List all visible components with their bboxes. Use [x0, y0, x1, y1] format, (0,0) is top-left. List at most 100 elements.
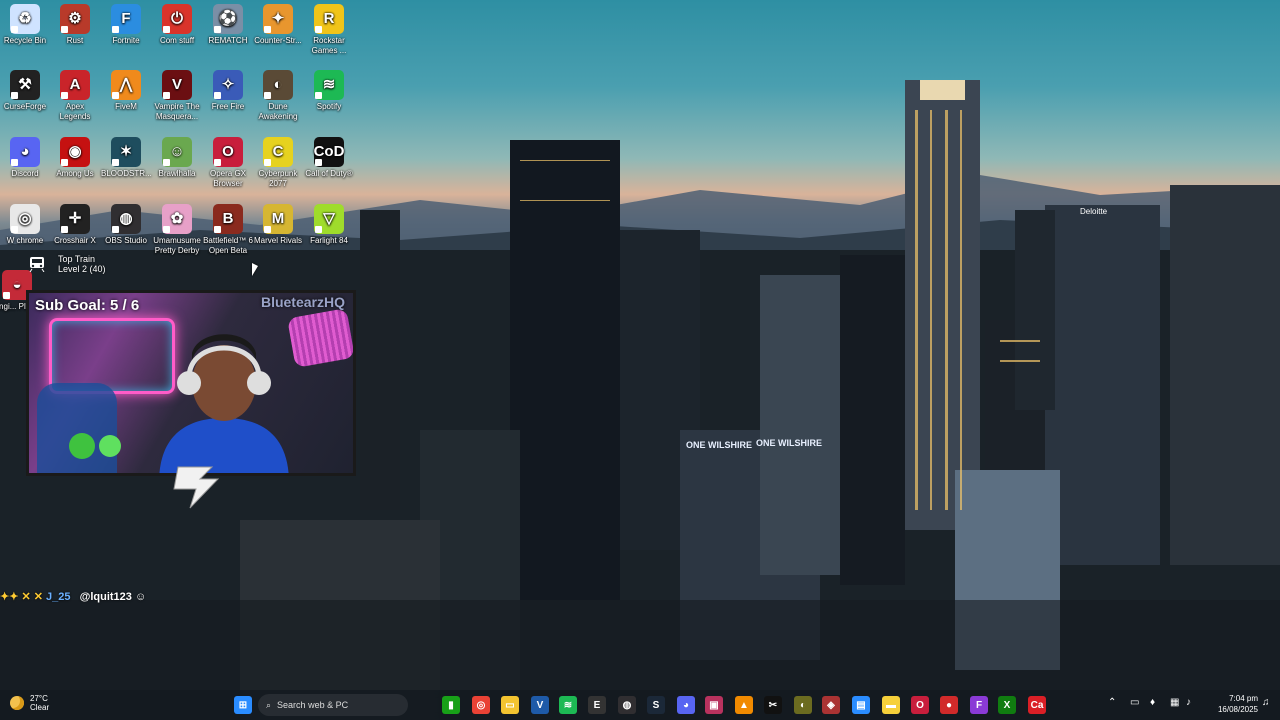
steam-icon[interactable]: S [647, 696, 665, 714]
network-icon[interactable]: ▦ [1170, 697, 1179, 708]
desktop-icon[interactable]: ⚽ REMATCH [203, 4, 253, 46]
battlefield-icon: B [213, 204, 243, 234]
chat-text: @lquit123 [79, 591, 132, 603]
desktop-icon[interactable]: ⏻ Com stuff [152, 4, 202, 46]
microphone-icon[interactable]: ♦ [1150, 697, 1155, 708]
sticky-notes-icon[interactable]: ▬ [882, 696, 900, 714]
desktop-icon[interactable]: V Vampire The Masquera... [152, 70, 202, 122]
desktop-icon[interactable]: ⋀ FiveM [101, 70, 151, 112]
desktop-icon[interactable]: ✛ Crosshair X [50, 204, 100, 246]
bloodstrike-icon: ✶ [111, 137, 141, 167]
desktop-icon-label: Com stuff [159, 36, 195, 45]
desktop-icon[interactable]: ◐ Dune Awakening [253, 70, 303, 122]
desktop-icon-label: BLOODSTR... [101, 169, 152, 178]
recycle-bin-icon: ♻ [10, 4, 40, 34]
umamusume-icon: ✿ [162, 204, 192, 234]
weather-widget[interactable]: 27°C Clear [10, 694, 49, 712]
desktop-icon[interactable]: ⚙ Rust [50, 4, 100, 46]
recording-icon[interactable]: ● [940, 696, 958, 714]
desktop-icon[interactable]: ≋ Spotify [304, 70, 354, 112]
desktop-icon[interactable]: A Apex Legends [50, 70, 100, 122]
desktop-icon[interactable]: B Battlefield™ 6 Open Beta [203, 204, 253, 256]
desktop-icon-label: CurseForge [3, 102, 47, 111]
visual-studio-icon[interactable]: V [531, 696, 549, 714]
fivem-icon: ⋀ [111, 70, 141, 100]
notification-bell-icon[interactable]: ♫ [1262, 697, 1270, 708]
vampire-icon: V [162, 70, 192, 100]
epic-games-icon[interactable]: E [588, 696, 606, 714]
chrome-taskbar-icon[interactable]: ◎ [472, 696, 490, 714]
deloitte-sign: Deloitte [1080, 207, 1108, 216]
moon-icon [10, 696, 24, 710]
obs-taskbar-icon[interactable]: ◍ [618, 696, 636, 714]
wallpaper-icon[interactable]: ◐ [794, 696, 812, 714]
train-title: Top Train [58, 254, 96, 264]
desktop-icon[interactable]: ♻ Recycle Bin [0, 4, 50, 46]
desktop-icon[interactable]: ✿ Umamusume Pretty Derby [152, 204, 202, 256]
capcut-icon[interactable]: ✂ [764, 696, 782, 714]
figma-icon[interactable]: F [970, 696, 988, 714]
desktop-icon[interactable]: ▽ Farlight 84 [304, 204, 354, 246]
call-of-duty-icon: CoD [314, 137, 344, 167]
desktop-icon[interactable]: R Rockstar Games ... [304, 4, 354, 56]
desktop-icon[interactable]: ◎ W chrome [0, 204, 50, 246]
channel-logo [173, 466, 220, 509]
desktop-icon[interactable]: F Fortnite [101, 4, 151, 46]
desktop-icon-label: Brawlhalla [158, 169, 196, 178]
desktop-icon-label: Apex Legends [59, 102, 91, 121]
tray-app-icon[interactable]: ▭ [1130, 697, 1139, 708]
desktop-icon-label: Cyberpunk 2077 [258, 169, 298, 188]
system-clock[interactable]: 7:04 pm 16/08/2025 [1200, 693, 1258, 715]
chat-message: ✦✦ ✕ ✕ J_25 @lquit123 ☺ [0, 590, 146, 603]
desktop-icon-label: REMATCH [208, 36, 248, 45]
xbox-app-icon[interactable]: ▮ [442, 696, 460, 714]
volume-icon[interactable]: ♪ [1186, 697, 1191, 708]
streamlabs-icon[interactable]: ▣ [705, 696, 723, 714]
mouse-cursor-icon [252, 263, 258, 276]
taskbar [0, 690, 1280, 720]
photos-icon[interactable]: ▤ [852, 696, 870, 714]
desktop-icon[interactable]: ⚒ CurseForge [0, 70, 50, 112]
chrome-icon: ◎ [10, 204, 40, 234]
search-icon: ⌕ [266, 699, 272, 710]
power-icon: ⏻ [162, 4, 192, 34]
vlc-icon[interactable]: ▲ [735, 696, 753, 714]
opera-gx-icon: O [213, 137, 243, 167]
desktop-icon[interactable]: ☺ Brawlhalla [152, 137, 202, 179]
chevron-up-icon[interactable]: ⌃ [1108, 697, 1116, 708]
desktop-icon[interactable]: ◍ OBS Studio [101, 204, 151, 246]
desktop-icon-label: Dune Awakening [258, 102, 298, 121]
windows-start-icon[interactable]: ⊞ [234, 696, 252, 714]
desktop-icon-label: W chrome [6, 236, 44, 245]
desktop-icon[interactable]: M Marvel Rivals [253, 204, 303, 246]
xbox-bar-icon[interactable]: X [998, 696, 1016, 714]
crosshair-icon: ✛ [60, 204, 90, 234]
desktop-icon-label: Rockstar Games ... [311, 36, 347, 55]
sub-goal-label: Sub Goal: 5 / 6 [35, 297, 140, 314]
webcam-overlay: Sub Goal: 5 / 6 BluetearzHQ [26, 290, 356, 476]
taskbar-search[interactable]: ⌕ Search web & PC [258, 694, 408, 716]
obs-icon: ◍ [111, 204, 141, 234]
spotify-taskbar-icon[interactable]: ≋ [559, 696, 577, 714]
discord-icon: ◕ [10, 137, 40, 167]
file-explorer-icon[interactable]: ▭ [501, 696, 519, 714]
desktop-icon[interactable]: ◉ Among Us [50, 137, 100, 179]
desktop-icon[interactable]: ✦ Counter-Str... [253, 4, 303, 46]
desktop-icon[interactable]: ✶ BLOODSTR... [101, 137, 152, 179]
desktop-icon[interactable]: C Cyberpunk 2077 [253, 137, 303, 189]
discord-taskbar-icon[interactable]: ◕ [677, 696, 695, 714]
desktop-icon-label: Umamusume Pretty Derby [153, 236, 201, 255]
desktop-icon[interactable]: CoD Call of Duty® [304, 137, 354, 179]
marvel-rivals-icon: M [263, 204, 293, 234]
opera-gx-taskbar-icon[interactable]: O [911, 696, 929, 714]
apex-icon: A [60, 70, 90, 100]
chat-badges-icon: ✦✦ ✕ ✕ [0, 591, 47, 603]
overwolf-icon[interactable]: ◈ [822, 696, 840, 714]
desktop-icon[interactable]: ◕ Discord [0, 137, 50, 179]
desktop-icon[interactable]: ✧ Free Fire [203, 70, 253, 112]
desktop-icon-label: Among Us [56, 169, 94, 178]
adobe-icon[interactable]: Ca [1028, 696, 1046, 714]
desktop-icon-label: Farlight 84 [310, 236, 348, 245]
desktop-icon[interactable]: O Opera GX Browser [203, 137, 253, 189]
desktop-icon-label: Recycle Bin [3, 36, 47, 45]
